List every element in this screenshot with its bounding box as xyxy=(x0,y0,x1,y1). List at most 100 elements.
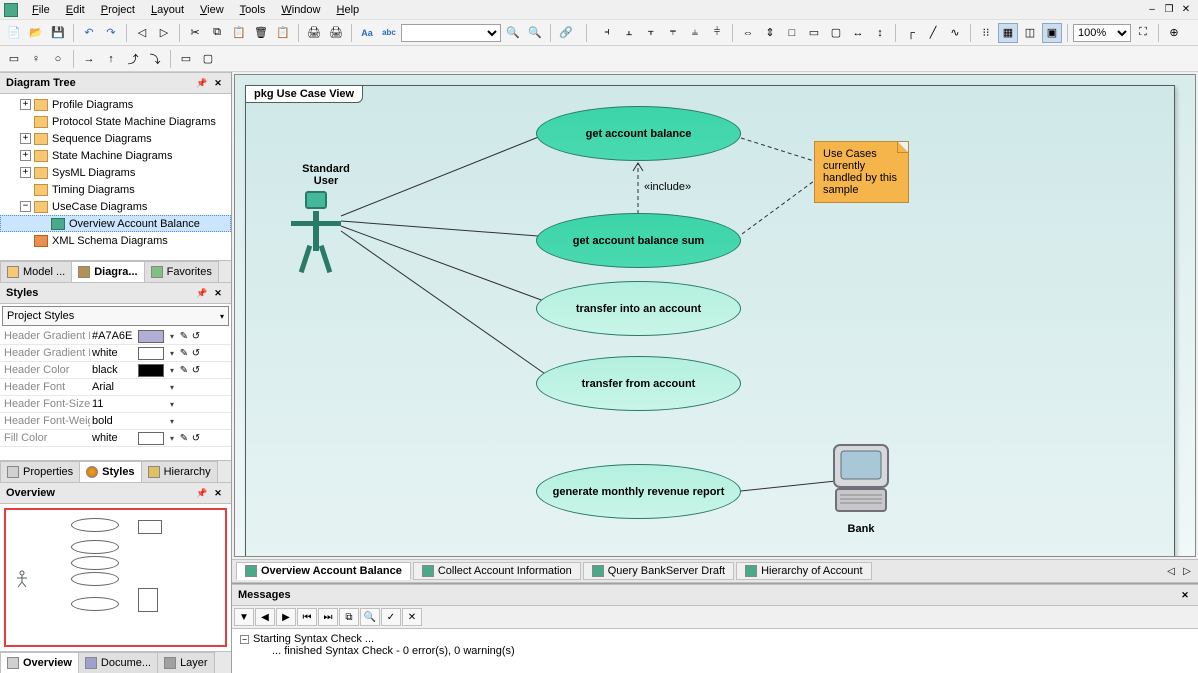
picker-icon[interactable]: ✎ xyxy=(178,365,190,376)
style-row[interactable]: Header FontArial▾ xyxy=(0,379,231,396)
menu-project[interactable]: Project xyxy=(93,2,143,18)
same-height-icon[interactable]: ▭ xyxy=(804,23,824,43)
pin-icon[interactable]: 📌 xyxy=(195,486,209,500)
picker-icon[interactable]: ✎ xyxy=(178,331,190,342)
line-straight-icon[interactable]: ┌ xyxy=(901,23,921,43)
print-icon[interactable]: 🖨 xyxy=(304,23,324,43)
tab-styles[interactable]: Styles xyxy=(79,461,141,482)
reset-icon[interactable]: ↺ xyxy=(190,331,202,342)
find-aa-icon[interactable]: Aa xyxy=(357,23,377,43)
dropdown-icon[interactable]: ▾ xyxy=(166,383,178,392)
window-close-icon[interactable]: ✕ xyxy=(1178,3,1194,17)
align-middle-icon[interactable]: ⫨ xyxy=(685,23,705,43)
pin-icon[interactable]: 📌 xyxy=(195,286,209,300)
dropdown-icon[interactable]: ▾ xyxy=(166,417,178,426)
find-icon[interactable]: 🔍 xyxy=(503,23,523,43)
paste-icon[interactable]: 📋 xyxy=(229,23,249,43)
tree-row[interactable]: +Profile Diagrams xyxy=(0,96,231,113)
gen-icon[interactable]: ↑ xyxy=(101,49,121,69)
space-v-icon[interactable]: ⇕ xyxy=(760,23,780,43)
close-icon[interactable]: ✕ xyxy=(211,486,225,500)
center-h-icon[interactable]: ↔ xyxy=(848,23,868,43)
tree-toggle-icon[interactable]: + xyxy=(20,99,31,110)
find-abc-icon[interactable]: abc xyxy=(379,23,399,43)
filter-icon[interactable]: ▼ xyxy=(234,608,254,626)
prev-icon[interactable]: ◁ xyxy=(132,23,152,43)
dropdown-icon[interactable]: ▾ xyxy=(166,349,178,358)
snap-icon[interactable]: ◫ xyxy=(1020,23,1040,43)
tree-row[interactable]: +SysML Diagrams xyxy=(0,164,231,181)
center-v-icon[interactable]: ↕ xyxy=(870,23,890,43)
style-row[interactable]: Header Colorblack▾✎↺ xyxy=(0,362,231,379)
bounds-icon[interactable]: ▣ xyxy=(1042,23,1062,43)
overview-canvas[interactable] xyxy=(4,508,227,647)
msg-first-icon[interactable]: ⏮ xyxy=(297,608,317,626)
menu-layout[interactable]: Layout xyxy=(143,2,192,18)
reset-icon[interactable]: ↺ xyxy=(190,348,202,359)
color-swatch[interactable] xyxy=(138,330,164,343)
reset-icon[interactable]: ↺ xyxy=(190,433,202,444)
style-row[interactable]: Header Gradient E#A7A6E▾✎↺ xyxy=(0,328,231,345)
check-icon[interactable]: ✓ xyxy=(381,608,401,626)
tree-toggle-icon[interactable]: + xyxy=(20,133,31,144)
tree-toggle-icon[interactable]: + xyxy=(20,150,31,161)
expand-icon[interactable]: ⊕ xyxy=(1164,23,1184,43)
same-width-icon[interactable]: □ xyxy=(782,23,802,43)
pin-icon[interactable]: 📌 xyxy=(195,76,209,90)
tab-properties[interactable]: Properties xyxy=(0,461,80,482)
window-minimize-icon[interactable]: – xyxy=(1144,3,1160,17)
style-row[interactable]: Fill Colorwhite▾✎↺ xyxy=(0,430,231,447)
copy-msg-icon[interactable]: ⧉ xyxy=(339,608,359,626)
tab-overview[interactable]: Overview xyxy=(0,652,79,673)
dropdown-icon[interactable]: ▾ xyxy=(166,434,178,443)
search-combo[interactable] xyxy=(401,24,501,42)
close-icon[interactable]: ✕ xyxy=(1178,588,1192,602)
save-icon[interactable]: 💾 xyxy=(48,23,68,43)
msg-last-icon[interactable]: ⏭ xyxy=(318,608,338,626)
delete-icon[interactable]: 🗑 xyxy=(251,23,271,43)
copy-icon[interactable]: ⧉ xyxy=(207,23,227,43)
color-swatch[interactable] xyxy=(138,364,164,377)
include-icon[interactable]: ⤴ xyxy=(123,49,143,69)
close-icon[interactable]: ✕ xyxy=(211,76,225,90)
zoom-combo[interactable]: 100% xyxy=(1073,24,1131,42)
note-shape-icon[interactable]: ▭ xyxy=(4,49,24,69)
picker-icon[interactable]: ✎ xyxy=(178,433,190,444)
line-diag-icon[interactable]: ╱ xyxy=(923,23,943,43)
tab-model-[interactable]: Model ... xyxy=(0,261,72,282)
tab-prev-icon[interactable]: ◁ xyxy=(1164,566,1178,577)
dropdown-icon[interactable]: ▾ xyxy=(166,366,178,375)
dropdown-icon[interactable]: ▾ xyxy=(166,400,178,409)
usecase-uc2[interactable]: get account balance sum xyxy=(536,213,741,268)
next-icon[interactable]: ▷ xyxy=(154,23,174,43)
close-icon[interactable]: ✕ xyxy=(211,286,225,300)
window-restore-icon[interactable]: ❐ xyxy=(1161,3,1177,17)
note-usecases-handled[interactable]: Use Cases currently handled by this samp… xyxy=(814,141,909,203)
tree-row[interactable]: +Sequence Diagrams xyxy=(0,130,231,147)
tree-body[interactable]: +Profile DiagramsProtocol State Machine … xyxy=(0,94,231,260)
tree-row[interactable]: Protocol State Machine Diagrams xyxy=(0,113,231,130)
align-center-h-icon[interactable]: ⫠ xyxy=(619,23,639,43)
tree-row[interactable]: Overview Account Balance xyxy=(0,215,231,232)
usecase-uc3[interactable]: transfer into an account xyxy=(536,281,741,336)
open-icon[interactable]: 📂 xyxy=(26,23,46,43)
reset-icon[interactable]: ↺ xyxy=(190,365,202,376)
tree-row[interactable]: +State Machine Diagrams xyxy=(0,147,231,164)
menu-window[interactable]: Window xyxy=(273,2,328,18)
usecase-uc1[interactable]: get account balance xyxy=(536,106,741,161)
diagram-tab[interactable]: Hierarchy of Account xyxy=(736,562,872,580)
diagram-tab[interactable]: Collect Account Information xyxy=(413,562,581,580)
actor-shape-icon[interactable]: ♀ xyxy=(26,49,46,69)
style-row[interactable]: Header Gradient Ewhite▾✎↺ xyxy=(0,345,231,362)
zoom-fit-icon[interactable]: ⛶ xyxy=(1133,23,1153,43)
cut-icon[interactable]: ✂ xyxy=(185,23,205,43)
menu-tools[interactable]: Tools xyxy=(232,2,274,18)
redo-icon[interactable]: ↷ xyxy=(101,23,121,43)
grid-dots-icon[interactable]: ⁝⁝ xyxy=(976,23,996,43)
tab-next-icon[interactable]: ▷ xyxy=(1180,566,1194,577)
usecase-uc5[interactable]: generate monthly revenue report xyxy=(536,464,741,519)
find-msg-icon[interactable]: 🔍 xyxy=(360,608,380,626)
tab-favorites[interactable]: Favorites xyxy=(144,261,219,282)
usecase-shape-icon[interactable]: ○ xyxy=(48,49,68,69)
msg-prev-icon[interactable]: ◀ xyxy=(255,608,275,626)
